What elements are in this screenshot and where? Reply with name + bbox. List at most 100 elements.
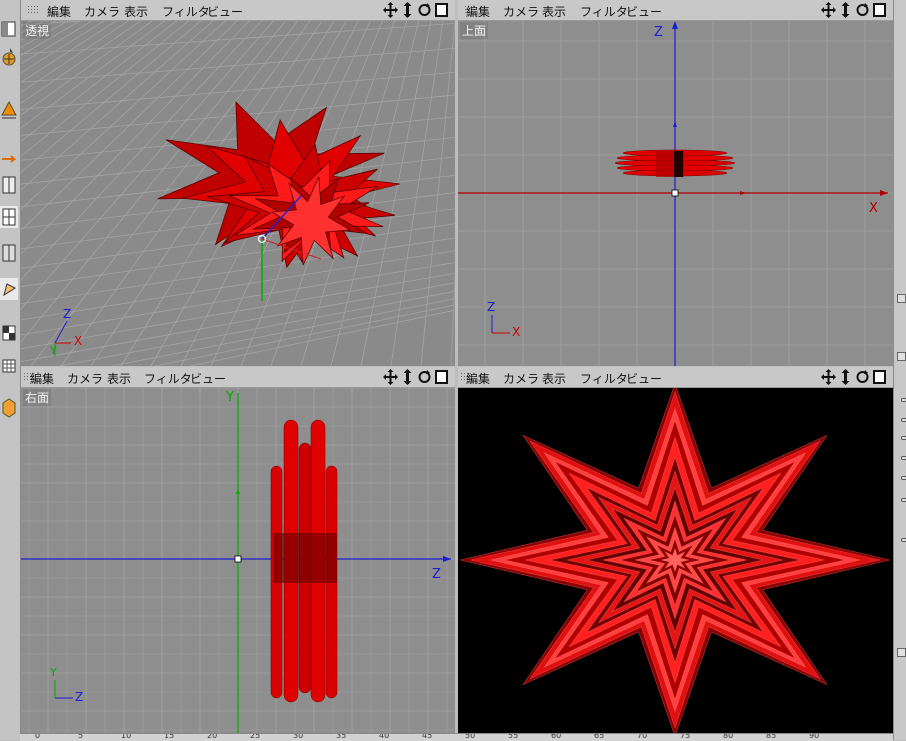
viewport-label: 右面 <box>23 389 52 406</box>
gizmo-label-y: Y <box>50 666 57 679</box>
ruler-tick-label: 90 <box>809 733 820 740</box>
move-tool-icon[interactable] <box>0 98 18 120</box>
menu-filter[interactable]: フィルタ <box>162 3 210 20</box>
menu-edit[interactable]: 編集 <box>466 370 490 387</box>
ruler-tick-label: 45 <box>422 733 433 740</box>
gizmo-label-x: X <box>512 325 521 339</box>
panel-item[interactable] <box>901 476 906 480</box>
render-star-ring <box>660 547 690 573</box>
viewport-top[interactable]: 編集 カメラ 表示 フィルタ ビュー 上面 Z X Z X <box>458 0 893 366</box>
axis-label-z: Z <box>432 567 441 582</box>
panel-checkbox[interactable] <box>897 294 906 303</box>
rotate-view-icon[interactable] <box>417 369 432 385</box>
move-view-icon[interactable] <box>383 369 398 385</box>
ruler-tick-label: 50 <box>465 733 476 740</box>
texture-icon[interactable] <box>0 356 18 378</box>
maximize-view-icon[interactable] <box>434 369 449 385</box>
ruler-tick-label: 80 <box>723 733 734 740</box>
menu-filter[interactable]: フィルタ <box>144 370 192 387</box>
render-scene <box>458 388 893 733</box>
viewport-menu-bar: 編集 カメラ 表示 フィルタ ビュー <box>458 0 893 21</box>
drag-grip[interactable] <box>27 5 39 15</box>
arrow-tool-icon[interactable] <box>0 148 18 170</box>
menu-edit[interactable]: 編集 <box>466 3 490 20</box>
viewport-nav-icons <box>821 369 887 385</box>
move-view-icon[interactable] <box>821 2 836 18</box>
viewport-perspective[interactable]: 編集 カメラ 表示 フィルタ ビュー 透視 Z X Y <box>21 0 455 366</box>
menu-display[interactable]: 表示 <box>542 3 566 20</box>
checker-icon[interactable] <box>0 322 18 344</box>
panel-item[interactable] <box>901 436 906 440</box>
menu-view[interactable]: ビュー <box>207 3 243 20</box>
ruler-tick-label: 10 <box>121 733 132 740</box>
scroll-view-icon[interactable] <box>838 369 853 385</box>
menu-edit[interactable]: 編集 <box>47 3 71 20</box>
rotate-view-icon[interactable] <box>417 2 432 18</box>
move-view-icon[interactable] <box>821 369 836 385</box>
scroll-view-icon[interactable] <box>400 2 415 18</box>
menu-display[interactable]: 表示 <box>107 370 131 387</box>
live-select-icon[interactable] <box>0 46 18 68</box>
viewport-label: 上面 <box>460 22 489 39</box>
panel-item[interactable] <box>901 498 906 502</box>
ruler-tick-label: 30 <box>293 733 304 740</box>
right-panel-strip <box>893 0 906 740</box>
panel-checkbox[interactable] <box>897 352 906 361</box>
material-ball-icon[interactable] <box>0 396 18 418</box>
perspective-canvas[interactable]: 透視 Z X Y <box>21 21 455 366</box>
viewport-menu-bar: 編集 カメラ 表示 フィルタ ビュー <box>458 367 893 388</box>
render-canvas[interactable] <box>458 388 893 733</box>
maximize-view-icon[interactable] <box>872 369 887 385</box>
rotate-view-icon[interactable] <box>855 2 870 18</box>
menu-edit[interactable]: 編集 <box>30 370 54 387</box>
menu-view[interactable]: ビュー <box>626 3 662 20</box>
menu-display[interactable]: 表示 <box>542 370 566 387</box>
ruler-tick-label: 55 <box>508 733 519 740</box>
viewport-menu-bar: 編集 カメラ 表示 フィルタ ビュー <box>21 367 455 388</box>
menu-filter[interactable]: フィルタ <box>580 370 628 387</box>
menu-camera[interactable]: カメラ <box>503 370 539 387</box>
ruler-tick-label: 70 <box>637 733 648 740</box>
panel-item[interactable] <box>901 418 906 422</box>
panel-item[interactable] <box>901 398 906 402</box>
menu-camera[interactable]: カメラ <box>67 370 103 387</box>
left-tool-palette <box>0 0 21 740</box>
menu-display[interactable]: 表示 <box>124 3 148 20</box>
object-center <box>671 189 679 197</box>
menu-view[interactable]: ビュー <box>626 370 662 387</box>
menu-filter[interactable]: フィルタ <box>580 3 628 20</box>
ruler-tick-label: 5 <box>78 733 84 740</box>
rotate-view-icon[interactable] <box>855 369 870 385</box>
ruler-tick-label: 35 <box>336 733 347 740</box>
view-layout-icon[interactable] <box>0 18 18 40</box>
menu-camera[interactable]: カメラ <box>84 3 120 20</box>
viewport-right[interactable]: 編集 カメラ 表示 フィルタ ビュー 右面 Y Z Y Z <box>21 367 455 733</box>
star-object-top <box>614 149 736 177</box>
maximize-view-icon[interactable] <box>872 2 887 18</box>
move-view-icon[interactable] <box>383 2 398 18</box>
scroll-view-icon[interactable] <box>838 2 853 18</box>
viewport-single-icon[interactable] <box>0 174 18 196</box>
viewport-render[interactable]: 編集 カメラ 表示 フィルタ ビュー <box>458 367 893 733</box>
maximize-view-icon[interactable] <box>434 2 449 18</box>
viewport-nav-icons <box>383 369 449 385</box>
polygon-tool-icon[interactable] <box>0 278 18 300</box>
viewport-menu-bar: 編集 カメラ 表示 フィルタ ビュー <box>21 0 455 21</box>
viewport-nav-icons <box>821 2 887 18</box>
axis-label-x: X <box>869 201 878 216</box>
top-canvas[interactable]: 上面 Z X Z X <box>458 21 893 366</box>
right-canvas[interactable]: 右面 Y Z Y Z <box>21 388 455 733</box>
panel-checkbox[interactable] <box>897 648 906 657</box>
menu-view[interactable]: ビュー <box>190 370 226 387</box>
axis-label-z: Z <box>654 25 663 40</box>
ruler-tick-label: 25 <box>250 733 261 740</box>
ruler-tick-label: 60 <box>551 733 562 740</box>
gizmo-label-z: Z <box>75 690 84 704</box>
panel-item[interactable] <box>901 456 906 460</box>
scroll-view-icon[interactable] <box>400 369 415 385</box>
viewport-quad-icon[interactable] <box>0 242 18 264</box>
ruler-tick-label: 40 <box>379 733 390 740</box>
viewport-split-icon[interactable] <box>0 206 18 228</box>
menu-camera[interactable]: カメラ <box>503 3 539 20</box>
panel-item[interactable] <box>901 538 906 542</box>
